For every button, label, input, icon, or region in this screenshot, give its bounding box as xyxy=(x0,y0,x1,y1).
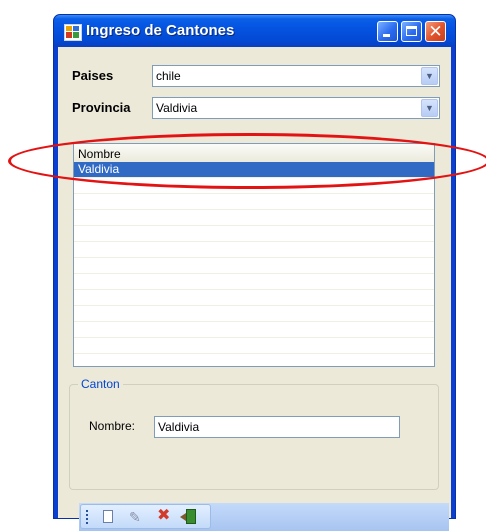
empty-list-row xyxy=(74,322,434,338)
delete-button[interactable]: ✖ xyxy=(154,508,172,526)
paises-value: chile xyxy=(156,69,181,83)
chevron-down-icon[interactable]: ▼ xyxy=(421,67,438,85)
empty-list-row xyxy=(74,194,434,210)
chevron-down-icon[interactable]: ▼ xyxy=(421,99,438,117)
empty-list-row xyxy=(74,242,434,258)
column-header-nombre[interactable]: Nombre xyxy=(74,144,434,163)
empty-list-row xyxy=(74,338,434,354)
new-button[interactable] xyxy=(99,508,117,526)
empty-list-row xyxy=(74,274,434,290)
list-item[interactable]: Valdivia xyxy=(74,162,434,178)
minimize-button[interactable] xyxy=(377,21,398,42)
cantones-list[interactable]: Nombre Valdivia xyxy=(73,143,435,367)
provincia-label: Provincia xyxy=(72,100,131,115)
column-header-label: Nombre xyxy=(78,147,121,161)
empty-list-row xyxy=(74,226,434,242)
provincia-value: Valdivia xyxy=(156,101,198,115)
empty-list-row xyxy=(74,354,434,366)
app-window-icon[interactable] xyxy=(64,24,82,41)
title-bar[interactable]: Ingreso de Cantones ✕ xyxy=(54,15,455,47)
minimize-icon xyxy=(383,34,390,37)
edit-pencil-icon: ✎ xyxy=(129,509,141,525)
form-client-area: Paises chile ▼ Provincia Valdivia ▼ Nomb… xyxy=(58,47,451,531)
maximize-icon xyxy=(406,26,417,36)
canton-group-legend: Canton xyxy=(78,377,123,391)
toolbar: ✎ ✖ xyxy=(80,504,211,529)
list-rows: Valdivia xyxy=(74,162,434,366)
empty-list-row xyxy=(74,258,434,274)
empty-list-row xyxy=(74,306,434,322)
nombre-value: Valdivia xyxy=(158,420,200,434)
paises-label: Paises xyxy=(72,68,114,83)
toolstrip-panel: ✎ ✖ xyxy=(79,503,449,531)
delete-icon: ✖ xyxy=(157,507,171,524)
empty-list-row xyxy=(74,178,434,194)
nombre-label: Nombre: xyxy=(89,419,136,433)
provincia-combobox[interactable]: Valdivia ▼ xyxy=(152,97,440,119)
close-button[interactable]: ✕ xyxy=(425,21,446,42)
exit-button[interactable] xyxy=(180,508,198,526)
paises-combobox[interactable]: chile ▼ xyxy=(152,65,440,87)
close-icon: ✕ xyxy=(428,22,443,41)
cantones-window: Ingreso de Cantones ✕ Paises chile ▼ Pro… xyxy=(53,14,456,531)
maximize-button[interactable] xyxy=(401,21,422,42)
canton-groupbox: Canton Nombre: Valdivia xyxy=(69,377,439,490)
empty-list-row xyxy=(74,210,434,226)
window-title: Ingreso de Cantones xyxy=(86,22,235,39)
edit-button[interactable]: ✎ xyxy=(127,508,145,526)
nombre-input[interactable]: Valdivia xyxy=(154,416,400,438)
toolbar-grip[interactable] xyxy=(86,510,88,524)
empty-list-row xyxy=(74,290,434,306)
